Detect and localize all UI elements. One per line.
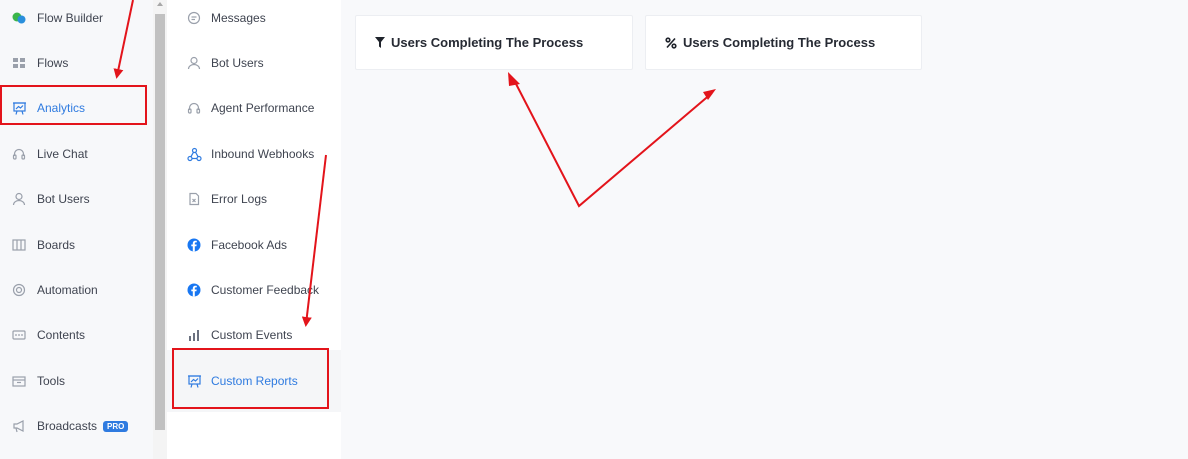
submenu-item-label: Customer Feedback <box>211 283 320 297</box>
chat-bubble-icon <box>186 10 202 26</box>
sidebar-item-label: Contents <box>37 328 86 342</box>
bar-chart-icon <box>186 327 202 343</box>
submenu-item-label: Facebook Ads <box>211 238 288 252</box>
submenu-item-custom-events[interactable]: Custom Events <box>167 323 341 347</box>
submenu-item-error-logs[interactable]: Error Logs <box>167 187 341 211</box>
submenu-item-label: Custom Events <box>211 328 293 342</box>
funnel-icon <box>375 37 385 48</box>
submenu-item-label: Inbound Webhooks <box>211 147 315 161</box>
custom-reports-highlight-box <box>172 348 329 409</box>
flow-builder-icon <box>11 10 27 26</box>
file-x-icon <box>186 191 202 207</box>
sidebar-item-label: Boards <box>37 238 76 252</box>
sidebar-item-boards[interactable]: Boards <box>0 233 150 257</box>
megaphone-icon <box>11 418 27 434</box>
percent-icon <box>665 36 677 49</box>
arrow-to-report-cards <box>513 79 713 208</box>
sidebar: Flow Builder Flows Analytics Live Chat B… <box>0 0 153 459</box>
analytics-highlight-box <box>0 85 147 125</box>
sidebar-item-label: Automation <box>37 283 98 297</box>
facebook-icon <box>186 282 202 298</box>
sidebar-item-flows[interactable]: Flows <box>0 51 150 75</box>
submenu-item-agent-performance[interactable]: Agent Performance <box>167 96 341 120</box>
scrollbar-thumb[interactable] <box>155 14 165 430</box>
sidebar-item-label: Flows <box>37 56 69 70</box>
sidebar-item-label: Live Chat <box>37 147 88 161</box>
contents-icon <box>11 327 27 343</box>
sidebar-item-bot-users[interactable]: Bot Users <box>0 187 150 211</box>
broadcasts-label: Broadcasts <box>37 419 98 433</box>
board-icon <box>11 237 27 253</box>
sidebar-item-label: Flow Builder <box>37 11 104 25</box>
pro-badge: PRO <box>103 421 129 433</box>
report-card-title: Users Completing The Process <box>391 35 584 50</box>
scroll-up-arrow-icon[interactable] <box>157 2 163 6</box>
automation-icon <box>11 282 27 298</box>
sidebar-item-live-chat[interactable]: Live Chat <box>0 142 150 166</box>
sidebar-item-label: Bot Users <box>37 192 90 206</box>
headset-icon <box>186 100 202 116</box>
submenu-item-inbound-webhooks[interactable]: Inbound Webhooks <box>167 142 341 166</box>
sidebar-item-automation[interactable]: Automation <box>0 278 150 302</box>
headset-icon <box>11 146 27 162</box>
submenu-item-messages[interactable]: Messages <box>167 6 341 30</box>
grid-icon <box>11 55 27 71</box>
sidebar-item-tools[interactable]: Tools <box>0 369 150 393</box>
user-icon <box>186 55 202 71</box>
tools-icon <box>11 373 27 389</box>
sidebar-item-flow-builder[interactable]: Flow Builder <box>0 6 150 30</box>
sidebar-item-broadcasts[interactable]: Broadcasts PRO <box>0 414 150 438</box>
sidebar-item-label: Tools <box>37 374 66 388</box>
user-icon <box>11 191 27 207</box>
submenu-item-label: Messages <box>211 11 266 25</box>
submenu-item-customer-feedback[interactable]: Customer Feedback <box>167 278 341 302</box>
submenu-item-label: Error Logs <box>211 192 268 206</box>
report-card-title: Users Completing The Process <box>683 35 876 50</box>
facebook-icon <box>186 237 202 253</box>
sidebar-item-label: Broadcasts PRO <box>37 419 129 433</box>
submenu-item-label: Bot Users <box>211 56 264 70</box>
submenu-item-facebook-ads[interactable]: Facebook Ads <box>167 233 341 257</box>
webhook-icon <box>186 146 202 162</box>
report-card-percent[interactable]: Users Completing The Process <box>645 15 922 70</box>
submenu-item-bot-users[interactable]: Bot Users <box>167 51 341 75</box>
report-card-funnel[interactable]: Users Completing The Process <box>355 15 633 70</box>
sidebar-item-contents[interactable]: Contents <box>0 323 150 347</box>
submenu-item-label: Agent Performance <box>211 101 315 115</box>
